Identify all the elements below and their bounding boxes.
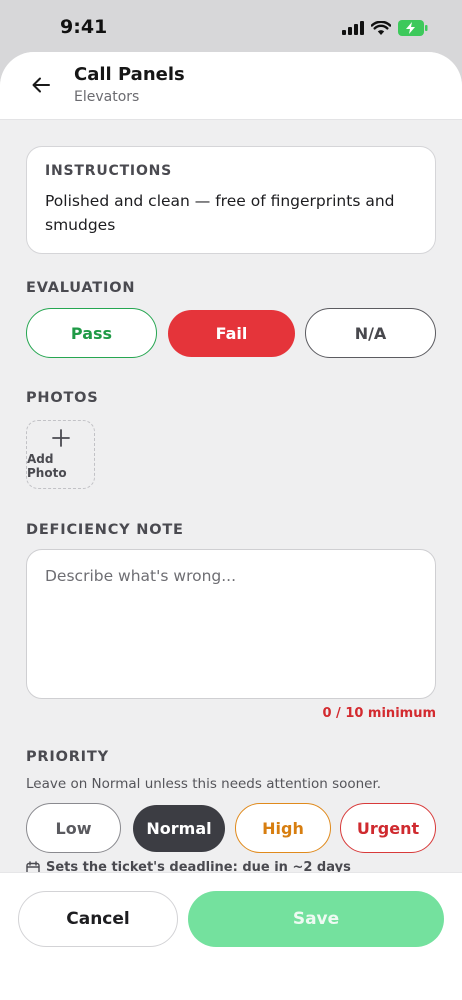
deficiency-note-label: DEFICIENCY NOTE [26, 522, 184, 538]
add-photo-label: Add Photo [27, 452, 67, 480]
back-button[interactable] [26, 70, 56, 100]
footer-actions: Cancel Save [0, 872, 462, 1000]
priority-normal-button[interactable]: Normal [133, 805, 225, 852]
note-character-counter: 0 / 10 minimum [322, 706, 436, 721]
cancel-button[interactable]: Cancel [18, 891, 178, 947]
save-button[interactable]: Save [188, 891, 444, 947]
instructions-label: INSTRUCTIONS [45, 163, 173, 179]
photos-label: PHOTOS [26, 390, 99, 406]
status-icons [342, 18, 428, 38]
priority-help-text: Leave on Normal unless this needs attent… [26, 776, 382, 792]
priority-urgent-button[interactable]: Urgent [340, 803, 436, 853]
status-time: 9:41 [60, 16, 108, 38]
inspection-sheet: Call Panels Elevators INSTRUCTIONS Polis… [0, 52, 462, 1000]
page-subtitle: Elevators [74, 89, 140, 105]
instructions-card: INSTRUCTIONS Polished and clean — free o… [26, 146, 436, 254]
evaluation-fail-button[interactable]: Fail [168, 310, 295, 357]
priority-low-button[interactable]: Low [26, 803, 121, 853]
evaluation-na-button[interactable]: N/A [305, 308, 436, 358]
battery-charging-icon [398, 20, 428, 36]
priority-label: PRIORITY [26, 749, 109, 765]
add-photo-button[interactable]: Add Photo [26, 420, 95, 489]
plus-icon [51, 429, 70, 447]
deficiency-note-input[interactable] [26, 549, 436, 699]
status-bar: 9:41 [0, 0, 462, 52]
wifi-icon [371, 20, 391, 35]
header: Call Panels Elevators [0, 52, 462, 120]
arrow-left-icon [32, 77, 50, 93]
evaluation-label: EVALUATION [26, 280, 136, 296]
priority-high-button[interactable]: High [235, 803, 331, 853]
page-title: Call Panels [74, 64, 185, 85]
evaluation-pass-button[interactable]: Pass [26, 308, 157, 358]
cellular-signal-icon [342, 21, 364, 35]
instructions-text: Polished and clean — free of fingerprint… [45, 192, 395, 234]
